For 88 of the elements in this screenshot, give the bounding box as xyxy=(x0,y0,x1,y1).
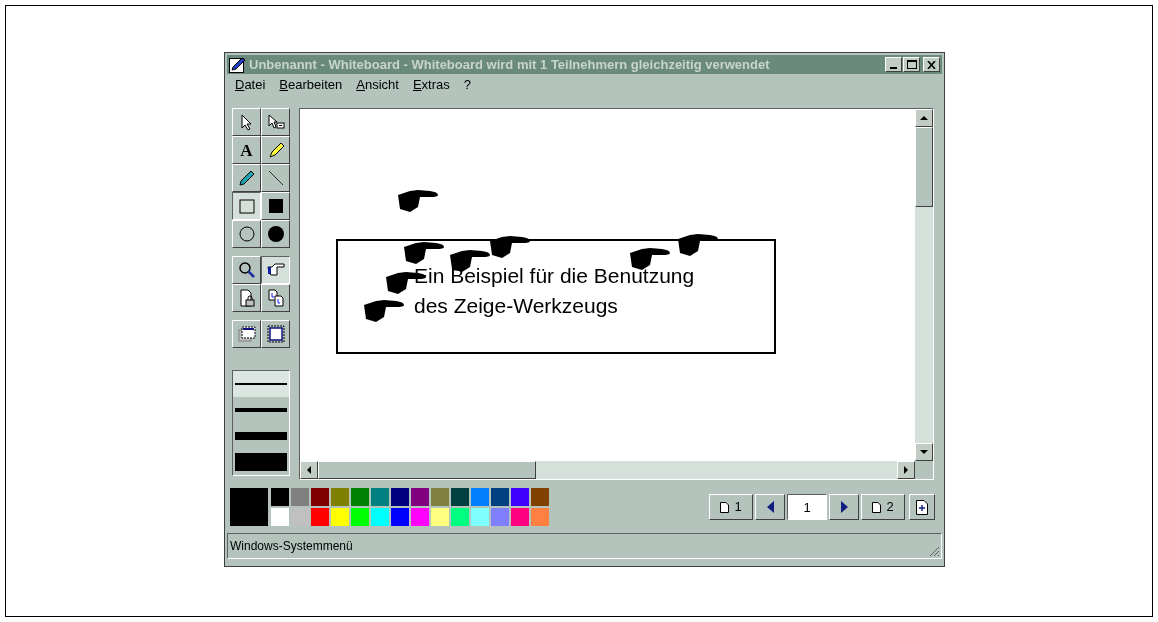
tool-button[interactable]: A xyxy=(232,136,261,164)
scroll-thumb[interactable] xyxy=(318,461,536,479)
color-swatch[interactable] xyxy=(331,488,349,506)
line-width-sample xyxy=(235,453,287,471)
tool-button[interactable] xyxy=(261,256,290,284)
color-swatch[interactable] xyxy=(431,508,449,526)
color-swatch[interactable] xyxy=(411,508,429,526)
pointing-hand-icon xyxy=(630,247,672,271)
up-arrow-icon xyxy=(920,116,928,120)
color-swatch[interactable] xyxy=(271,488,289,506)
pointing-hand-icon xyxy=(266,261,285,279)
letter-icon: A xyxy=(240,141,253,159)
close-button[interactable] xyxy=(923,57,940,72)
color-swatch[interactable] xyxy=(491,508,509,526)
circle-icon xyxy=(237,225,256,243)
left-arrow-icon xyxy=(307,466,311,474)
menu-item[interactable]: ? xyxy=(463,75,471,95)
color-swatch[interactable] xyxy=(311,488,329,506)
maximize-icon xyxy=(906,60,917,69)
canvas-text: des Zeige-Werkzeugs xyxy=(414,293,618,319)
color-swatch[interactable] xyxy=(531,508,549,526)
tool-button[interactable] xyxy=(232,192,261,220)
vertical-scrollbar[interactable] xyxy=(915,109,933,461)
page-number-field[interactable]: 1 xyxy=(787,494,827,520)
minimize-button[interactable] xyxy=(885,57,902,72)
horizontal-scrollbar[interactable] xyxy=(300,461,915,479)
color-swatch[interactable] xyxy=(511,508,529,526)
color-swatch[interactable] xyxy=(471,508,489,526)
line-width-sample xyxy=(235,383,287,385)
page-add-icon xyxy=(916,499,928,515)
color-swatch[interactable] xyxy=(291,488,309,506)
insert-page-button[interactable] xyxy=(909,494,935,520)
pages-icon xyxy=(266,289,285,307)
color-swatch[interactable] xyxy=(271,508,289,526)
page-icon xyxy=(872,501,882,513)
scroll-thumb[interactable] xyxy=(915,127,933,207)
color-swatch[interactable] xyxy=(491,488,509,506)
cursor-with-box-icon xyxy=(266,113,285,131)
color-swatch[interactable] xyxy=(391,488,409,506)
color-swatch[interactable] xyxy=(331,508,349,526)
next-page-button[interactable]: 2 xyxy=(861,494,905,520)
left-triangle-icon xyxy=(766,501,774,513)
page-icon xyxy=(720,501,730,513)
menu-item[interactable]: Bearbeiten xyxy=(279,75,343,95)
magnifier-icon xyxy=(237,261,256,279)
color-swatch[interactable] xyxy=(431,488,449,506)
line-width-sample xyxy=(235,408,287,412)
window-title: Unbenannt - Whiteboard - Whiteboard wird mit 1 Teilnehmern gleichzeitig verwendet xyxy=(249,55,771,74)
menu-item[interactable]: Datei xyxy=(235,75,266,95)
color-swatch[interactable] xyxy=(451,488,469,506)
highlighter-icon xyxy=(266,141,285,159)
previous-page-button[interactable]: 1 xyxy=(709,494,753,520)
minimize-icon xyxy=(890,67,897,69)
color-swatch[interactable] xyxy=(511,488,529,506)
filled-rectangle-icon xyxy=(266,197,285,215)
color-swatch[interactable] xyxy=(351,508,369,526)
locked-page-icon xyxy=(237,289,256,307)
line-icon xyxy=(266,169,285,187)
rectangle-icon xyxy=(237,197,256,215)
pointing-hand-icon xyxy=(364,299,406,323)
menu-item[interactable]: Extras xyxy=(412,75,450,95)
pointing-hand-icon xyxy=(398,189,440,213)
maximize-button[interactable] xyxy=(903,57,920,72)
color-swatch[interactable] xyxy=(471,488,489,506)
color-swatch[interactable] xyxy=(351,488,369,506)
status-text: Windows-Systemmenü xyxy=(230,538,353,555)
color-swatch[interactable] xyxy=(371,488,389,506)
window-icon xyxy=(237,325,256,343)
line-width-sample xyxy=(235,432,287,440)
close-icon xyxy=(927,60,936,69)
whiteboard-icon xyxy=(229,56,246,73)
menu-item[interactable]: Ansicht xyxy=(356,75,399,95)
right-arrow-icon xyxy=(904,466,908,474)
forward-button[interactable] xyxy=(829,494,859,520)
color-swatch[interactable] xyxy=(371,508,389,526)
pen-icon xyxy=(237,169,256,187)
color-swatch[interactable] xyxy=(531,488,549,506)
dashed-window-icon xyxy=(266,325,285,343)
down-arrow-icon xyxy=(920,450,928,454)
back-button[interactable] xyxy=(755,494,785,520)
color-swatch[interactable] xyxy=(311,508,329,526)
resize-grip-icon xyxy=(928,545,940,557)
filled-circle-icon xyxy=(266,225,285,243)
color-swatch[interactable] xyxy=(391,508,409,526)
color-swatch[interactable] xyxy=(451,508,469,526)
color-swatch[interactable] xyxy=(411,488,429,506)
line-width-option[interactable] xyxy=(233,371,289,397)
right-triangle-icon xyxy=(840,501,848,513)
